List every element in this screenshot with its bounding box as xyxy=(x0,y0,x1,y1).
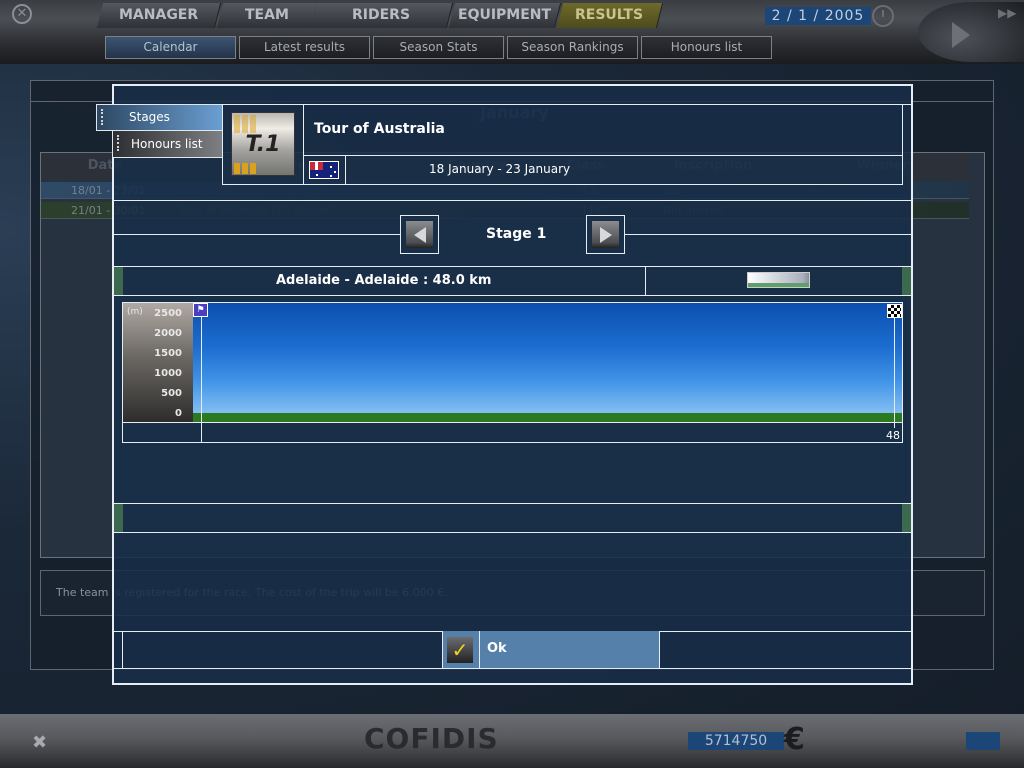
fast-forward-icon[interactable]: ▶▶ xyxy=(998,6,1016,20)
bottom-bar xyxy=(0,714,1024,768)
play-icon[interactable] xyxy=(952,22,970,48)
race-class-logo: T.1 xyxy=(231,112,295,176)
arrow-left-icon xyxy=(414,227,426,243)
altitude-tick: 0 xyxy=(175,408,182,419)
row-edge xyxy=(114,504,123,532)
divider xyxy=(112,668,913,669)
tab-results[interactable]: RESULTS xyxy=(556,3,664,28)
stage-label: Stage 1 xyxy=(486,226,547,242)
altitude-axis: (m) 2500 2000 1500 1000 500 0 xyxy=(123,303,193,422)
profile-background xyxy=(193,303,902,413)
subtab-honours-list[interactable]: Honours list xyxy=(641,36,772,59)
team-name: COFIDIS xyxy=(364,722,499,755)
status-indicator xyxy=(966,732,1000,750)
divider xyxy=(222,184,902,185)
australia-flag-icon xyxy=(309,161,339,179)
divider xyxy=(122,422,903,423)
tab-honours-list[interactable]: Honours list xyxy=(112,131,223,158)
stage-difficulty-indicator xyxy=(747,272,810,288)
arrow-right-icon xyxy=(600,227,612,243)
profile-terrain xyxy=(193,413,902,422)
race-dates: 18 January - 23 January xyxy=(429,162,571,176)
subtab-season-stats[interactable]: Season Stats xyxy=(373,36,504,59)
start-marker-line xyxy=(201,316,202,443)
cyclist-start-icon: ⚑ xyxy=(193,303,208,317)
divider xyxy=(112,266,913,267)
divider xyxy=(902,104,903,185)
divider xyxy=(112,532,913,533)
subtab-calendar[interactable]: Calendar xyxy=(105,36,236,59)
tab-manager[interactable]: MANAGER xyxy=(96,3,222,28)
divider xyxy=(625,234,913,235)
close-icon[interactable]: ✕ xyxy=(12,4,32,24)
altitude-tick: 500 xyxy=(161,388,182,399)
race-title: Tour of Australia xyxy=(314,121,445,137)
finish-marker-line xyxy=(894,316,895,428)
game-date: 2 / 1 / 2005 xyxy=(765,7,871,25)
divider xyxy=(112,200,913,201)
ok-label[interactable]: Ok xyxy=(487,641,507,656)
tab-stages[interactable]: Stages xyxy=(96,104,223,131)
divider xyxy=(122,631,123,668)
divider xyxy=(112,503,913,504)
budget-display: 5714750 xyxy=(688,732,784,750)
previous-stage-button[interactable] xyxy=(400,215,439,254)
grip-icon xyxy=(101,109,103,125)
row-edge xyxy=(902,267,911,295)
subtab-season-rankings[interactable]: Season Rankings xyxy=(507,36,638,59)
tools-icon[interactable]: ✖ xyxy=(32,732,47,753)
row-edge xyxy=(114,267,123,295)
divider xyxy=(345,155,346,185)
altitude-tick: 1500 xyxy=(154,348,182,359)
subtab-latest-results[interactable]: Latest results xyxy=(239,36,370,59)
divider xyxy=(304,155,902,156)
tab-team[interactable]: TEAM xyxy=(216,3,319,28)
divider xyxy=(112,234,400,235)
tab-riders[interactable]: RIDERS xyxy=(310,3,454,28)
divider xyxy=(112,295,913,296)
altitude-tick: 2000 xyxy=(154,328,182,339)
euro-icon: € xyxy=(784,722,805,757)
checkered-flag-icon xyxy=(887,304,902,318)
next-stage-button[interactable] xyxy=(586,215,625,254)
altitude-tick: 2500 xyxy=(154,308,182,319)
grip-icon xyxy=(117,135,119,151)
stage-end-km: 48 xyxy=(886,429,900,442)
altitude-tick: 1000 xyxy=(154,368,182,379)
row-edge xyxy=(902,504,911,532)
divider xyxy=(645,266,646,296)
checkmark-icon[interactable]: ✓ xyxy=(447,637,473,663)
stage-route: Adelaide - Adelaide : 48.0 km xyxy=(276,273,492,288)
clock-icon[interactable] xyxy=(872,5,894,27)
altitude-unit: (m) xyxy=(127,307,143,317)
tab-equipment[interactable]: EQUIPMENT xyxy=(448,3,562,28)
